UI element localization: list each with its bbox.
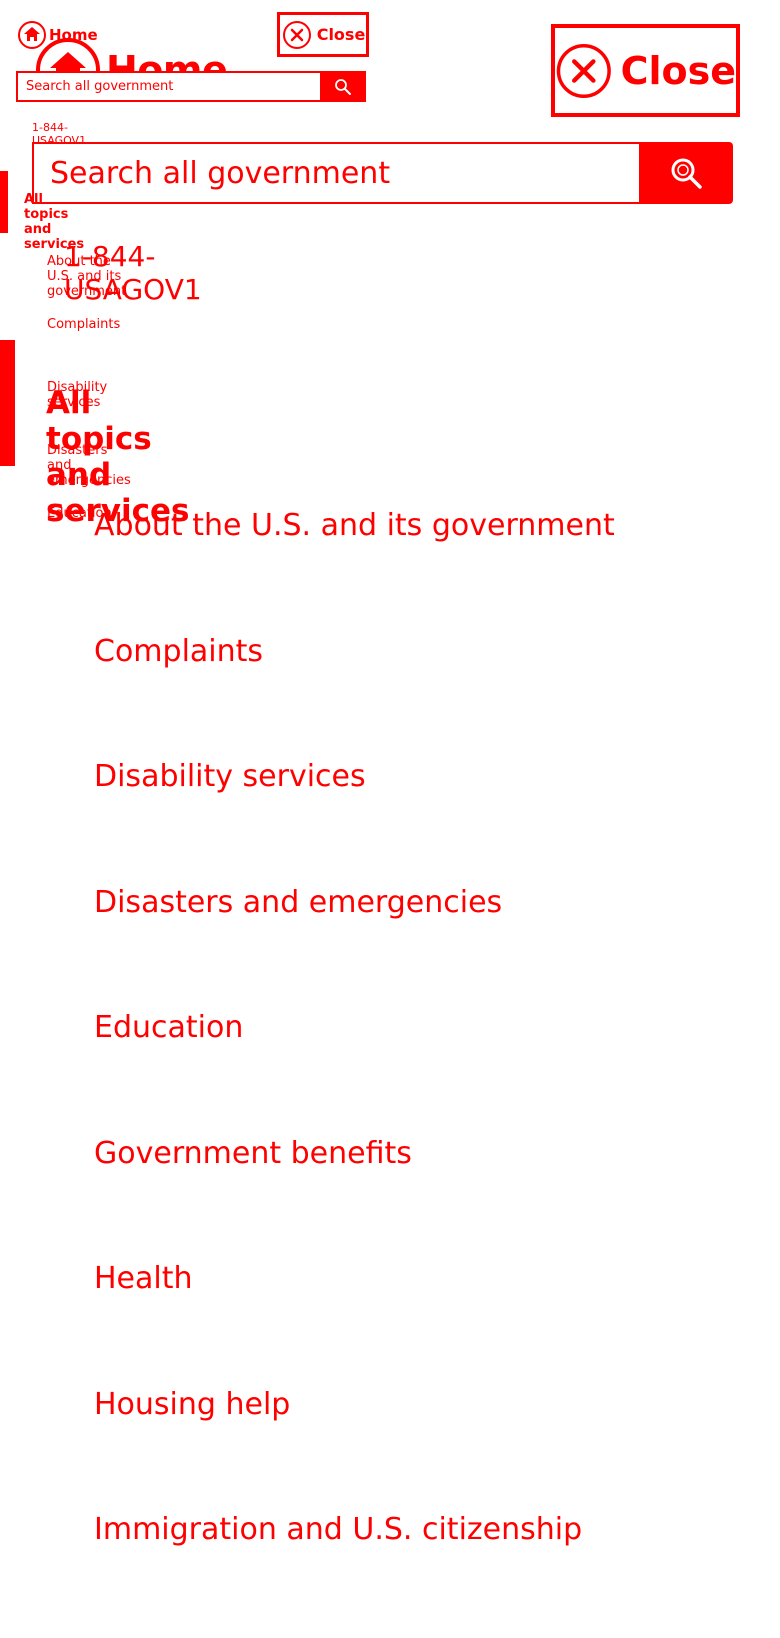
nav-item-small[interactable]: Complaints xyxy=(47,317,131,380)
nav-item-small[interactable]: Disasters and emergencies xyxy=(47,443,131,506)
nav-item[interactable]: Disability services xyxy=(94,759,615,885)
close-button-small[interactable]: Close xyxy=(277,12,369,57)
search-button-small[interactable] xyxy=(320,71,366,102)
nav-item[interactable]: Immigration and U.S. citizenship xyxy=(94,1512,615,1638)
active-indicator xyxy=(0,171,8,233)
nav-item-link[interactable]: Complaints xyxy=(94,634,263,669)
nav-item[interactable]: Government benefits xyxy=(94,1136,615,1262)
nav-item[interactable]: Disasters and emergencies xyxy=(94,885,615,1011)
nav-item-link[interactable]: Health xyxy=(94,1261,193,1296)
nav-list-small: About the U.S. and its government Compla… xyxy=(47,254,131,569)
nav-category-heading-small[interactable]: All topics and services xyxy=(24,192,84,252)
nav-list: About the U.S. and its government Compla… xyxy=(94,508,615,1638)
nav-item-small[interactable]: About the U.S. and its government xyxy=(47,254,131,317)
close-icon xyxy=(556,43,611,98)
nav-item-small[interactable]: Education xyxy=(47,506,131,569)
active-indicator xyxy=(0,340,15,466)
search-input-small[interactable] xyxy=(16,71,320,102)
nav-item-link[interactable]: Immigration and U.S. citizenship xyxy=(94,1512,582,1547)
search-form-small xyxy=(16,71,366,102)
close-label-small: Close xyxy=(316,25,366,44)
nav-item-small[interactable]: Disability services xyxy=(47,380,131,443)
close-button[interactable]: Close xyxy=(551,24,740,117)
nav-item-link[interactable]: Education xyxy=(94,1010,243,1045)
nav-item-link[interactable]: Disability services xyxy=(94,759,366,794)
nav-item[interactable]: Education xyxy=(94,1010,615,1136)
close-icon xyxy=(282,20,311,49)
nav-item[interactable]: Health xyxy=(94,1261,615,1387)
search-button[interactable] xyxy=(639,142,733,204)
search-form xyxy=(32,142,733,204)
nav-item-link[interactable]: Government benefits xyxy=(94,1136,412,1171)
home-icon xyxy=(18,21,46,49)
search-icon xyxy=(335,78,351,95)
nav-item[interactable]: About the U.S. and its government xyxy=(94,508,615,634)
nav-item-link[interactable]: Housing help xyxy=(94,1387,290,1422)
nav-item-link[interactable]: Disasters and emergencies xyxy=(94,885,502,920)
home-label-small: Home xyxy=(49,26,98,44)
close-label: Close xyxy=(620,48,736,93)
home-link-small[interactable]: Home xyxy=(17,20,98,50)
search-icon xyxy=(671,158,702,189)
nav-item[interactable]: Complaints xyxy=(94,634,615,760)
search-input[interactable] xyxy=(32,142,639,204)
phone-link-small[interactable]: 1-844-USAGOV1 xyxy=(32,121,86,147)
nav-item[interactable]: Housing help xyxy=(94,1387,615,1513)
nav-item-link[interactable]: About the U.S. and its government xyxy=(94,508,615,543)
